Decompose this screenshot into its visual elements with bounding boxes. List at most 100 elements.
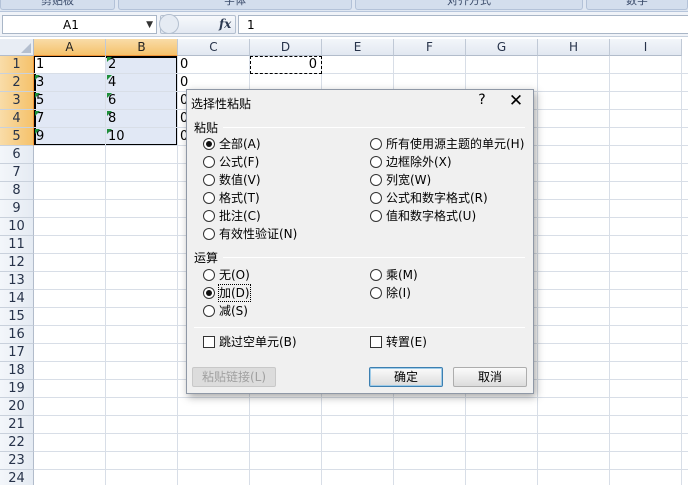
row-header-11[interactable]: 11 bbox=[0, 236, 34, 254]
error-indicator-icon bbox=[107, 93, 112, 98]
row-header-22[interactable]: 22 bbox=[0, 434, 34, 452]
cell-d1[interactable]: 0 bbox=[250, 56, 320, 74]
row-header-8[interactable]: 8 bbox=[0, 182, 34, 200]
gridline bbox=[34, 415, 688, 416]
radio-icon bbox=[370, 174, 382, 186]
name-box-value: A1 bbox=[63, 18, 79, 32]
select-all-corner[interactable] bbox=[0, 39, 34, 56]
row-header-15[interactable]: 15 bbox=[0, 308, 34, 326]
cell-b1[interactable]: 2 bbox=[106, 56, 178, 74]
row-header-18[interactable]: 18 bbox=[0, 362, 34, 380]
formula-value: 1 bbox=[247, 18, 255, 32]
gridline bbox=[34, 397, 688, 398]
paste-group-label: 粘贴 bbox=[194, 121, 219, 135]
column-header-b[interactable]: B bbox=[106, 39, 178, 56]
row-header-2[interactable]: 2 bbox=[0, 74, 34, 92]
paste-special-dialog: 选择性粘贴 ? ✕ 粘贴 全部(A) 公式(F) 数值(V) 格式(T) 批注(… bbox=[186, 89, 534, 394]
column-header-c[interactable]: C bbox=[178, 39, 250, 56]
divider bbox=[223, 257, 525, 258]
cell-b2[interactable]: 4 bbox=[106, 74, 178, 92]
cell-b3[interactable]: 6 bbox=[106, 92, 178, 110]
paste-link-button[interactable]: 粘贴链接(L) bbox=[192, 367, 276, 387]
chevron-down-icon[interactable]: ▼ bbox=[146, 20, 153, 30]
row-header-1[interactable]: 1 bbox=[0, 56, 34, 74]
row-header-5[interactable]: 5 bbox=[0, 128, 34, 146]
row-header-9[interactable]: 9 bbox=[0, 200, 34, 218]
ribbon-group-number[interactable]: 数字 bbox=[586, 0, 688, 10]
divider bbox=[223, 127, 525, 128]
error-indicator-icon bbox=[35, 111, 40, 116]
radio-icon bbox=[203, 269, 215, 281]
column-header-g[interactable]: G bbox=[466, 39, 538, 56]
cell-c1[interactable]: 0 bbox=[178, 56, 250, 74]
row-header-12[interactable]: 12 bbox=[0, 254, 34, 272]
column-header-f[interactable]: F bbox=[394, 39, 466, 56]
error-indicator-icon bbox=[35, 129, 40, 134]
row-header-16[interactable]: 16 bbox=[0, 326, 34, 344]
formula-bar-toggle-icon[interactable] bbox=[159, 14, 179, 34]
cell-a5[interactable]: 9 bbox=[34, 128, 106, 146]
column-header-i[interactable]: I bbox=[610, 39, 682, 56]
row-header-14[interactable]: 14 bbox=[0, 290, 34, 308]
cancel-button[interactable]: 取消 bbox=[453, 367, 527, 387]
error-indicator-icon bbox=[35, 93, 40, 98]
error-indicator-icon bbox=[35, 75, 40, 80]
row-header-6[interactable]: 6 bbox=[0, 146, 34, 164]
cell-b4[interactable]: 8 bbox=[106, 110, 178, 128]
row-header-17[interactable]: 17 bbox=[0, 344, 34, 362]
row-header-7[interactable]: 7 bbox=[0, 164, 34, 182]
row-header-10[interactable]: 10 bbox=[0, 218, 34, 236]
divider bbox=[194, 327, 525, 328]
ribbon-group-clipboard[interactable]: 剪贴板 bbox=[0, 0, 115, 10]
radio-icon bbox=[203, 156, 215, 168]
cell-b5[interactable]: 10 bbox=[106, 128, 178, 146]
row-header-21[interactable]: 21 bbox=[0, 416, 34, 434]
cell-a4[interactable]: 7 bbox=[34, 110, 106, 128]
error-indicator-icon bbox=[107, 129, 112, 134]
row-header-3[interactable]: 3 bbox=[0, 92, 34, 110]
ok-button[interactable]: 确定 bbox=[369, 367, 443, 387]
radio-icon bbox=[370, 156, 382, 168]
radio-icon bbox=[370, 269, 382, 281]
operation-group-label: 运算 bbox=[194, 251, 219, 265]
formula-bar: A1 ▼ fx 1 bbox=[0, 12, 688, 37]
radio-icon bbox=[203, 210, 215, 222]
row-header-24[interactable]: 24 bbox=[0, 470, 34, 485]
name-box[interactable]: A1 ▼ bbox=[2, 15, 157, 34]
checkbox-icon bbox=[370, 336, 382, 348]
column-header-a[interactable]: A bbox=[34, 39, 106, 56]
ribbon-group-strip: 剪贴板 字体 对齐方式 数字 bbox=[0, 0, 688, 12]
radio-icon bbox=[370, 210, 382, 222]
ribbon-group-font[interactable]: 字体 bbox=[118, 0, 352, 10]
row-header-19[interactable]: 19 bbox=[0, 380, 34, 398]
row-header-4[interactable]: 4 bbox=[0, 110, 34, 128]
row-header-20[interactable]: 20 bbox=[0, 398, 34, 416]
error-indicator-icon bbox=[107, 57, 112, 62]
row-header-13[interactable]: 13 bbox=[0, 272, 34, 290]
close-icon[interactable]: ✕ bbox=[505, 90, 527, 112]
cell-a3[interactable]: 5 bbox=[34, 92, 106, 110]
radio-icon bbox=[370, 287, 382, 299]
ribbon-group-alignment[interactable]: 对齐方式 bbox=[355, 0, 583, 10]
row-header-23[interactable]: 23 bbox=[0, 452, 34, 470]
cell-a1[interactable]: 1 bbox=[34, 56, 106, 74]
help-icon[interactable]: ? bbox=[474, 92, 490, 108]
insert-function-icon[interactable]: fx bbox=[219, 17, 231, 31]
radio-icon bbox=[203, 228, 215, 240]
error-indicator-icon bbox=[107, 111, 112, 116]
column-header-h[interactable]: H bbox=[538, 39, 610, 56]
radio-icon bbox=[370, 138, 382, 150]
column-header-e[interactable]: E bbox=[322, 39, 394, 56]
checkbox-icon bbox=[203, 336, 215, 348]
formula-input[interactable]: 1 bbox=[238, 15, 688, 34]
gridline bbox=[34, 451, 688, 452]
radio-icon bbox=[203, 305, 215, 317]
radio-icon bbox=[203, 192, 215, 204]
cell-a2[interactable]: 3 bbox=[34, 74, 106, 92]
gridline bbox=[34, 469, 688, 470]
radio-icon bbox=[203, 287, 215, 299]
formula-buttons: fx bbox=[159, 14, 236, 34]
radio-icon bbox=[203, 174, 215, 186]
error-indicator-icon bbox=[107, 75, 112, 80]
column-header-d[interactable]: D bbox=[250, 39, 322, 56]
